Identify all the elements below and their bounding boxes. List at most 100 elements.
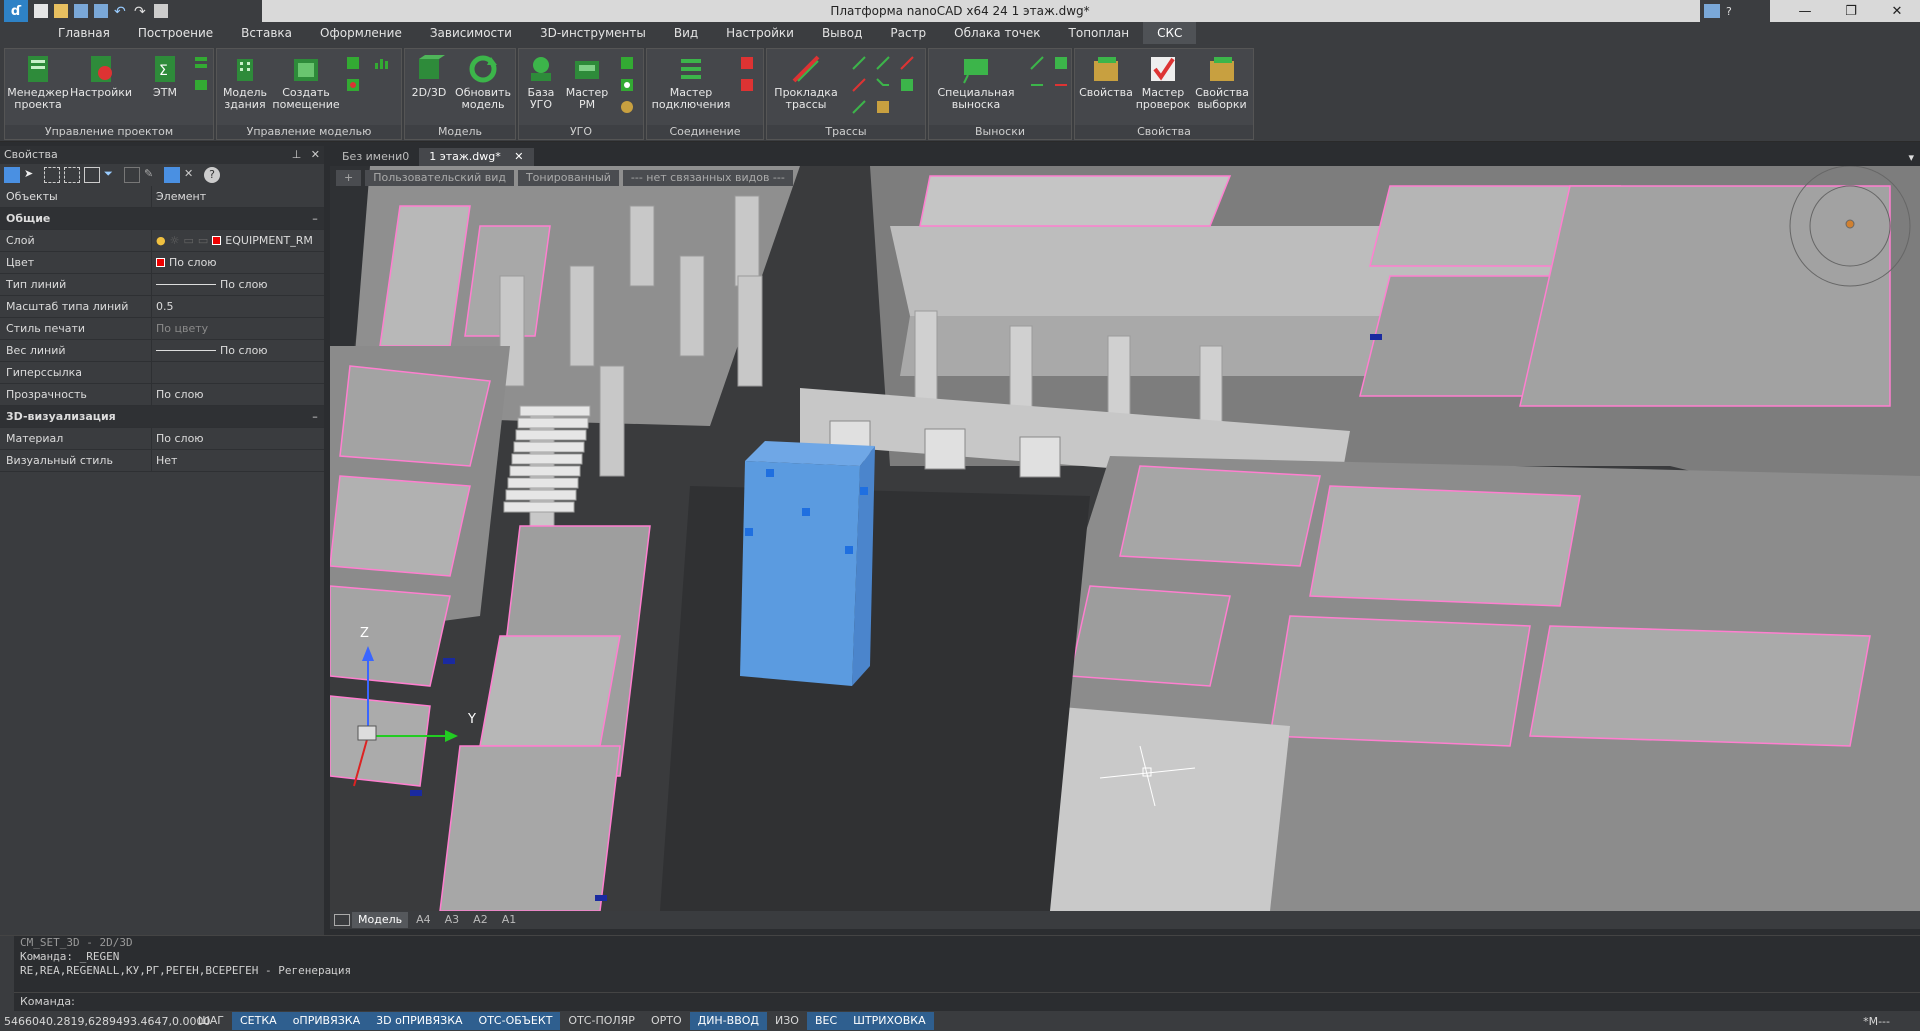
building-model-button[interactable]: Модель здания: [221, 53, 269, 111]
route-tool-3-icon[interactable]: [899, 55, 915, 71]
linked-views-label[interactable]: --- нет связанных видов ---: [622, 170, 793, 186]
undo-icon[interactable]: ↶: [114, 4, 128, 20]
2d-3d-button[interactable]: 2D/3D: [409, 53, 449, 99]
ribbon-tab-active[interactable]: СКС: [1143, 22, 1197, 44]
prop-value[interactable]: По слою: [152, 340, 324, 361]
pick-add-icon[interactable]: [164, 167, 180, 183]
ribbon-tab[interactable]: Вывод: [808, 22, 876, 44]
layers-icon[interactable]: [193, 55, 209, 71]
prop-value[interactable]: [152, 362, 324, 383]
select-mode-icon[interactable]: [4, 167, 20, 183]
view-name-label[interactable]: Пользовательский вид: [365, 170, 514, 186]
toggle-grid[interactable]: СЕТКА: [232, 1012, 285, 1030]
objects-value[interactable]: Элемент: [152, 186, 324, 207]
close-panel-icon[interactable]: ✕: [311, 148, 320, 161]
route-tool-6-icon[interactable]: [899, 77, 915, 93]
layout-tab[interactable]: A1: [496, 912, 523, 928]
callout-tool-4-icon[interactable]: [1053, 77, 1069, 93]
open-file-icon[interactable]: [54, 4, 68, 18]
prop-value[interactable]: По слою: [152, 252, 324, 273]
ribbon-tab[interactable]: Зависимости: [416, 22, 526, 44]
special-callout-button[interactable]: Специальная выноска: [933, 53, 1019, 111]
toggle-3d-osnap[interactable]: 3D оПРИВЯЗКА: [368, 1012, 471, 1030]
app-logo-icon[interactable]: ɗ: [4, 0, 28, 22]
layout-switch-icon[interactable]: [1704, 4, 1720, 18]
toggle-ortho[interactable]: ОРТО: [643, 1012, 690, 1030]
section-3d-visualization[interactable]: 3D-визуализация –: [0, 406, 324, 428]
ribbon-tab[interactable]: Растр: [876, 22, 940, 44]
pin-icon[interactable]: ⊥: [292, 148, 302, 161]
bulb-icon[interactable]: ●: [156, 230, 166, 252]
layout-tab-model[interactable]: Модель: [352, 912, 409, 928]
3d-model-view[interactable]: [330, 166, 1920, 911]
prop-row-lineweight[interactable]: Вес линий По слою: [0, 340, 324, 362]
prop-value[interactable]: 0.5: [152, 296, 324, 317]
route-tool-7-icon[interactable]: [851, 99, 867, 115]
project-manager-button[interactable]: Менеджер проекта: [7, 53, 69, 111]
toggle-polar[interactable]: ОТС-ПОЛЯР: [560, 1012, 643, 1030]
maximize-icon[interactable]: ❐: [1828, 0, 1874, 22]
unlink-icon[interactable]: [739, 77, 755, 93]
freeze-icon[interactable]: ☼: [170, 230, 180, 252]
toggle-osnap[interactable]: оПРИВЯЗКА: [284, 1012, 369, 1030]
status-right[interactable]: *М---: [1863, 1015, 1890, 1028]
room-marker-icon[interactable]: [345, 77, 361, 93]
new-file-icon[interactable]: [34, 4, 48, 18]
prop-row-plotstyle[interactable]: Стиль печати По цвету: [0, 318, 324, 340]
route-tool-8-icon[interactable]: [875, 99, 891, 115]
layout-tab[interactable]: A3: [439, 912, 466, 928]
command-line-handle[interactable]: [0, 936, 14, 1012]
room-edit-icon[interactable]: [345, 55, 361, 71]
command-input[interactable]: Команда:: [14, 992, 1920, 1010]
etm-button[interactable]: Σ ЭТМ: [145, 53, 185, 99]
ribbon-tab[interactable]: Облака точек: [940, 22, 1054, 44]
callout-tool-3-icon[interactable]: [1029, 77, 1045, 93]
layout-tab[interactable]: A4: [410, 912, 437, 928]
toggle-lineweight[interactable]: ВЕС: [806, 1012, 846, 1030]
prop-value[interactable]: По слою: [152, 428, 324, 449]
clear-selection-icon[interactable]: ✕: [184, 167, 200, 183]
save-as-icon[interactable]: [94, 4, 108, 18]
ribbon-tab[interactable]: Настройки: [712, 22, 808, 44]
toggle-snap[interactable]: ШАГ: [190, 1012, 232, 1030]
tab-list-icon[interactable]: ▾: [1908, 151, 1914, 164]
select-window-icon[interactable]: [44, 167, 60, 183]
print-icon[interactable]: [154, 4, 168, 18]
select-all-icon[interactable]: [64, 167, 80, 183]
route-tool-4-icon[interactable]: [851, 77, 867, 93]
settings-button[interactable]: Настройки: [70, 53, 132, 99]
callout-tool-2-icon[interactable]: [1053, 55, 1069, 71]
minimize-icon[interactable]: —: [1782, 0, 1828, 22]
properties-button[interactable]: Свойства: [1079, 53, 1133, 99]
link-icon[interactable]: [739, 55, 755, 71]
ugo-base-button[interactable]: База УГО: [523, 53, 559, 111]
check-wizard-button[interactable]: Мастер проверок: [1135, 53, 1191, 111]
prop-value[interactable]: По слою: [152, 274, 324, 295]
toggle-otrack[interactable]: ОТС-ОБЪЕКТ: [470, 1012, 561, 1030]
toggle-hatch[interactable]: ШТРИХОВКА: [845, 1012, 934, 1030]
close-icon[interactable]: ✕: [1874, 0, 1920, 22]
callout-tool-1-icon[interactable]: [1029, 55, 1045, 71]
route-tool-5-icon[interactable]: [875, 77, 891, 93]
prop-value[interactable]: По слою: [152, 384, 324, 405]
toggle-1-icon[interactable]: [124, 167, 140, 183]
section-general[interactable]: Общие –: [0, 208, 324, 230]
prop-value[interactable]: ● ☼ ▭ ▭ EQUIPMENT_RM: [152, 230, 324, 251]
rm-wizard-button[interactable]: Мастер РМ: [563, 53, 611, 111]
socket-icon[interactable]: [619, 77, 635, 93]
prop-row-hyperlink[interactable]: Гиперссылка: [0, 362, 324, 384]
close-tab-icon[interactable]: ✕: [514, 150, 523, 163]
update-model-button[interactable]: Обновить модель: [453, 53, 513, 111]
connection-wizard-button[interactable]: Мастер подключения: [652, 53, 730, 111]
selected-equipment[interactable]: [740, 441, 875, 686]
prop-value[interactable]: Нет: [152, 450, 324, 471]
ribbon-tab[interactable]: Топоплан: [1055, 22, 1144, 44]
toggle-dyn-input[interactable]: ДИН-ВВОД: [689, 1012, 768, 1030]
collapse-icon[interactable]: –: [302, 208, 324, 229]
route-laying-button[interactable]: Прокладка трассы: [771, 53, 841, 111]
plot-icon[interactable]: ▭: [198, 230, 208, 252]
selection-properties-button[interactable]: Свойства выборки: [1193, 53, 1251, 111]
prop-row-linetype[interactable]: Тип линий По слою: [0, 274, 324, 296]
create-room-button[interactable]: Создать помещение: [272, 53, 340, 111]
doc-tab[interactable]: Без имени0: [332, 148, 419, 166]
